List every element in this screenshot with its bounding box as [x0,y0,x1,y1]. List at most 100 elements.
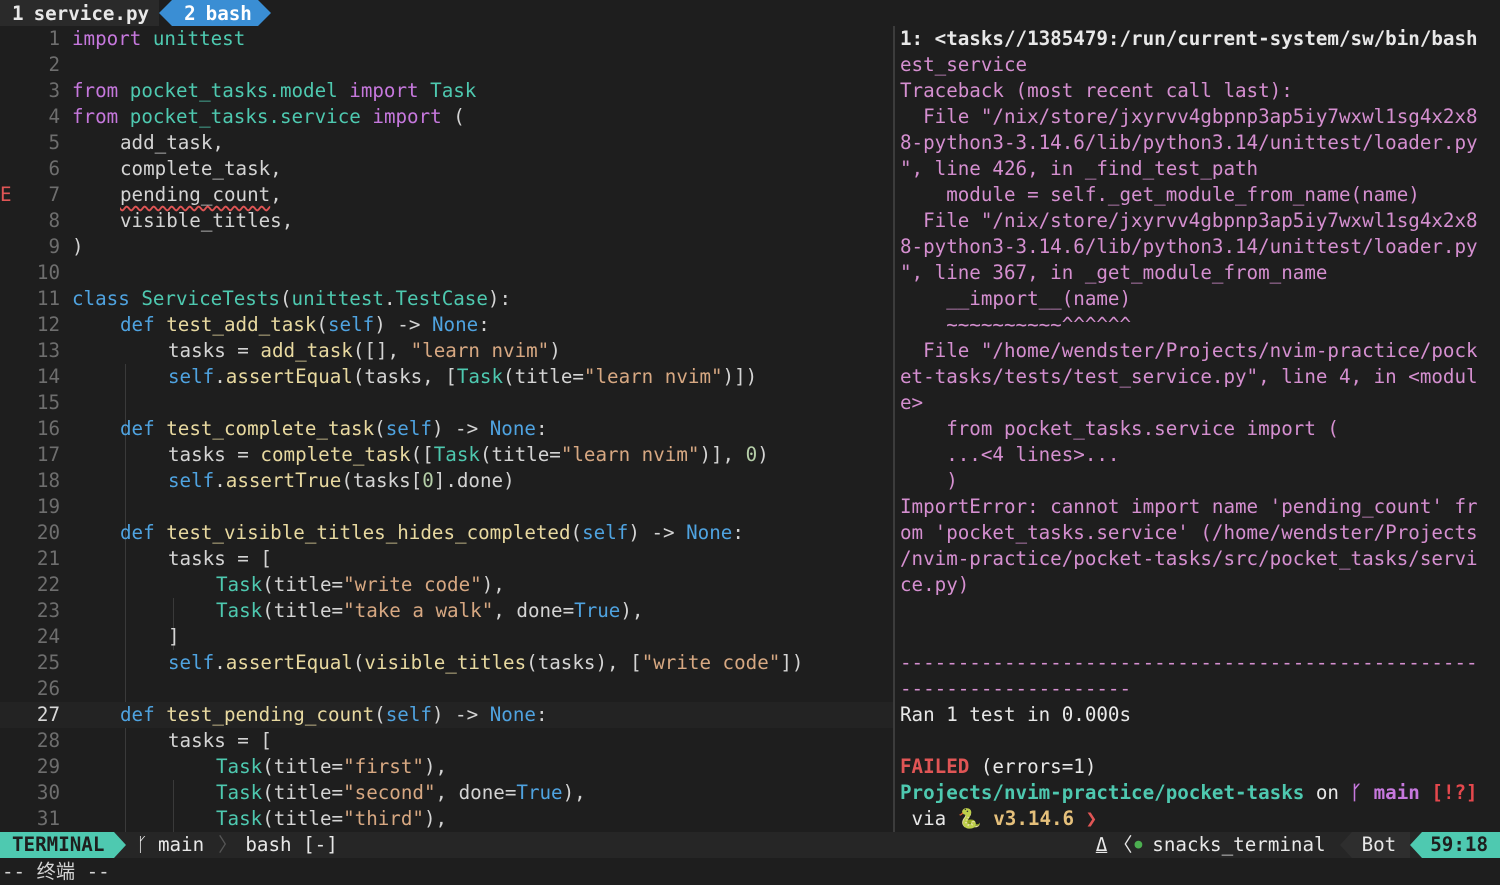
git-branch: main [1373,781,1420,804]
code-text: from pocket_tasks.model import Task [72,79,477,102]
editor-pane[interactable]: 1 import unittest 2 3 from pocket_tasks.mo… [0,26,893,832]
line-number: 22 [36,573,60,596]
terminal-output-line: est_service [900,53,1028,76]
separator [114,832,127,858]
terminal-output-line: File "/nix/store/jxyrvv4gbpnp3ap5iy7wxwl… [900,209,1478,232]
tab-number: 1 [12,1,24,25]
shell-prompt-line-2: via 🐍 v3.14.6 ❯ [900,807,1098,830]
code-line: 24] [0,624,893,650]
code-line: 29 Task(title="first"), [0,754,893,780]
code-line-current: 27 def test_pending_count(self) -> None: [0,702,893,728]
code-text: def test_pending_count(self) -> None: [120,703,548,726]
separator [1410,832,1423,858]
line-number: 9 [48,235,60,258]
line-number: 10 [36,261,60,284]
code-text: complete_task, [120,157,282,180]
tab-service-py[interactable]: 1 service.py [0,0,160,26]
line-number: 31 [36,807,60,830]
statusline: TERMINAL ᚴ main 〉 bash [-] ⍙ 〈 ● snacks_… [0,832,1500,858]
code-line: 15 [0,390,893,416]
terminal-output-line: ce.py) [900,573,970,596]
terminal-output-line: ----------------------------------------… [900,651,1478,674]
code-text: Task(title="first"), [216,755,448,778]
tab-bash[interactable]: 2 bash [172,0,258,26]
buffer-name: bash [-] [245,833,338,856]
code-line: 5 add_task, [0,130,893,156]
filetype: snacks_terminal [1152,833,1326,856]
errors-count: (errors=1) [969,755,1097,778]
code-text: Task(title="second", done=True), [216,781,586,804]
code-text: def test_complete_task(self) -> None: [120,417,548,440]
code-text: Task(title="take a walk", done=True), [216,599,644,622]
git-branch[interactable]: main [148,832,204,858]
code-line: 10 [0,260,893,286]
code-text: Task(title="write code"), [216,573,505,596]
terminal-output-line: File "/nix/store/jxyrvv4gbpnp3ap5iy7wxwl… [900,105,1478,128]
filetype-icon: ● [1134,837,1143,852]
code-text: pending_count, [120,183,282,206]
separator-chevron: 〉 [218,833,238,856]
command-line[interactable]: -- 终端 -- [0,858,1500,885]
lsp-icon: ⍙ [1095,833,1108,856]
git-branch-icon: ᚴ [1350,781,1363,804]
line-number: 11 [36,287,60,310]
terminal-output-line: e> [900,391,924,414]
line-number: 21 [36,547,60,570]
code-line: 31 Task(title="third"), [0,806,893,832]
line-number: 3 [48,79,60,102]
code-line: 2 [0,52,893,78]
python-version: v3.14.6 [993,807,1075,830]
tab-separator [257,0,271,26]
chevron-left-icon: 〈 [1113,833,1133,856]
tabline: 1 service.py 2 bash [0,0,1500,26]
terminal-output-line: __import__(name) [900,287,1132,310]
terminal-result-line: FAILED (errors=1) [900,754,1096,780]
line-number: 19 [36,495,60,518]
code-text: tasks = complete_task([Task(title="learn… [168,443,769,466]
code-line: 28 tasks = [ [0,728,893,754]
code-line: 18 self.assertTrue(tasks[0].done) [0,468,893,494]
code-text: self.assertTrue(tasks[0].done) [168,469,515,492]
line-number: 25 [36,651,60,674]
terminal-title-line: 1: <tasks//1385479:/run/current-system/s… [900,27,1478,50]
code-line: 25 self.assertEqual(visible_titles(tasks)… [0,650,893,676]
tab-label: bash [205,1,252,25]
terminal-output-line: Ran 1 test in 0.000s [900,703,1132,726]
statusline-right: ⍙ 〈 ● snacks_terminal Bot 59:18 [1096,832,1500,858]
shell-prompt-line: Projects/nvim-practice/pocket-tasks on ᚴ… [900,781,1478,804]
error-diagnostic: pending_count [120,183,271,206]
code-text: def test_add_task(self) -> None: [120,313,490,336]
terminal-output-line: ) [900,469,958,492]
code-text: self.assertEqual(tasks, [Task(title="lea… [168,365,758,388]
line-number: 2 [48,53,60,76]
terminal-output-line: et-tasks/tests/test_service.py", line 4,… [900,365,1478,388]
line-number: 27 [36,703,60,726]
cursor-position: 59:18 [1422,832,1500,858]
window-separator[interactable] [893,26,895,832]
separator [1339,832,1352,858]
line-number: 26 [36,677,60,700]
terminal-output-line: from pocket_tasks.service import ( [900,417,1339,440]
line-number: 6 [48,157,60,180]
terminal-pane[interactable]: 1: <tasks//1385479:/run/current-system/s… [900,26,1500,832]
code-line: 6 complete_task, [0,156,893,182]
terminal-output-line: ~~~~~~~~~~^^^^^^ [900,313,1132,336]
code-line: 17 tasks = complete_task([Task(title="lea… [0,442,893,468]
code-text: add_task, [120,131,224,154]
code-text: tasks = add_task([], "learn nvim") [168,339,561,362]
terminal-output-line: ", line 367, in _get_module_from_name [900,261,1328,284]
terminal-output-line: File "/home/wendster/Projects/nvim-pract… [900,339,1478,362]
line-number: 16 [36,417,60,440]
code-line: 21 tasks = [ [0,546,893,572]
terminal-output-line: ImportError: cannot import name 'pending… [900,495,1478,518]
code-text: import unittest [72,27,246,50]
code-line: 12 def test_add_task(self) -> None: [0,312,893,338]
line-number: 18 [36,469,60,492]
line-number: 24 [36,625,60,648]
code-line: 13 tasks = add_task([], "learn nvim") [0,338,893,364]
code-text: from pocket_tasks.service import ( [72,105,465,128]
python-icon: 🐍 [957,807,982,830]
line-number: 7 [48,183,60,206]
code-text: def test_visible_titles_hides_completed(… [120,521,744,544]
error-sign[interactable]: E [0,182,16,208]
